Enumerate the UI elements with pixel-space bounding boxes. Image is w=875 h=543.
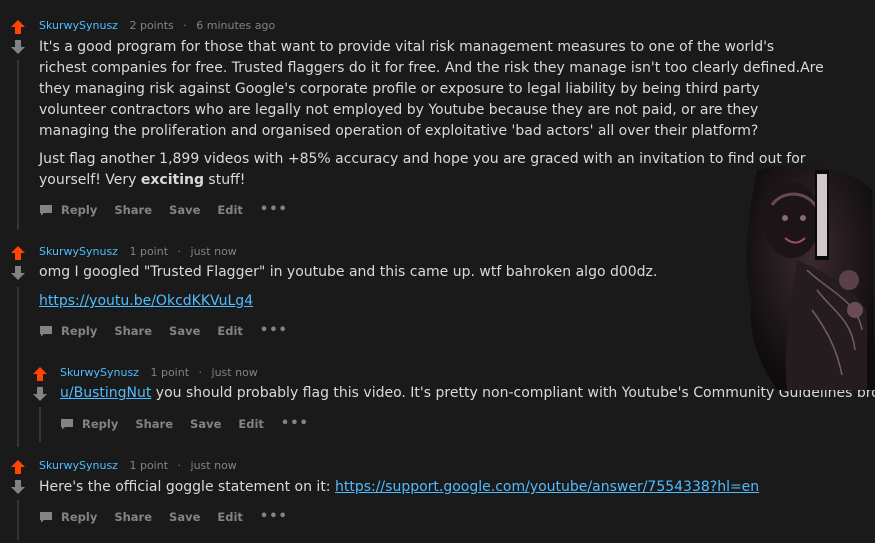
save-button[interactable]: Save <box>190 417 221 431</box>
timestamp[interactable]: just now <box>191 459 237 472</box>
separator: · <box>198 366 203 379</box>
save-button[interactable]: Save <box>169 203 200 217</box>
edit-button[interactable]: Edit <box>238 417 264 431</box>
share-button[interactable]: Share <box>114 510 152 524</box>
reply-button[interactable]: Reply <box>39 324 97 338</box>
author-link[interactable]: SkurwySynusz <box>39 459 118 472</box>
downvote-icon[interactable] <box>10 265 26 281</box>
comment-icon <box>40 325 52 336</box>
thread-line[interactable] <box>17 60 19 230</box>
author-link[interactable]: SkurwySynusz <box>60 366 139 379</box>
timestamp[interactable]: 6 minutes ago <box>196 19 275 32</box>
bold-text: exciting <box>140 172 204 188</box>
thread-line[interactable] <box>39 407 41 442</box>
downvote-icon[interactable] <box>10 479 26 495</box>
comment-meta: SkurwySynusz 2 points · 6 minutes ago <box>39 19 275 32</box>
more-options-button[interactable]: ••• <box>281 416 309 431</box>
vote-column <box>10 19 30 55</box>
upvote-icon[interactable] <box>10 19 26 35</box>
points: 1 point <box>129 245 169 258</box>
points: 1 point <box>129 459 169 472</box>
edit-button[interactable]: Edit <box>217 203 243 217</box>
reply-button[interactable]: Reply <box>39 510 97 524</box>
edit-button[interactable]: Edit <box>217 324 243 338</box>
timestamp[interactable]: just now <box>191 245 237 258</box>
reply-label: Reply <box>61 509 98 524</box>
comment-paragraph: https://youtu.be/OkcdKKVuLg4 <box>39 291 739 312</box>
comment-meta: SkurwySynusz 1 point · just now <box>39 459 237 472</box>
comment-body: u/BustingNut you should probably flag th… <box>60 383 875 411</box>
reply-button[interactable]: Reply <box>60 417 118 431</box>
paragraph-text: Here's the official goggle statement on … <box>39 479 335 495</box>
vote-column <box>32 366 52 402</box>
share-button[interactable]: Share <box>135 417 173 431</box>
vote-column <box>10 459 30 495</box>
points: 1 point <box>150 366 190 379</box>
comment-meta: SkurwySynusz 1 point · just now <box>39 245 237 258</box>
user-mention-link[interactable]: u/BustingNut <box>60 385 151 401</box>
reply-label: Reply <box>82 416 119 431</box>
save-button[interactable]: Save <box>169 510 200 524</box>
upvote-icon[interactable] <box>32 366 48 382</box>
comment-actions: Reply Share Save Edit ••• <box>39 202 305 217</box>
edit-button[interactable]: Edit <box>217 510 243 524</box>
support-link[interactable]: https://support.google.com/youtube/answe… <box>335 479 759 495</box>
upvote-icon[interactable] <box>10 245 26 261</box>
downvote-icon[interactable] <box>32 386 48 402</box>
comment-meta: SkurwySynusz 1 point · just now <box>60 366 258 379</box>
comment-paragraph: It's a good program for those that want … <box>39 39 824 139</box>
more-options-button[interactable]: ••• <box>260 202 288 217</box>
share-button[interactable]: Share <box>114 324 152 338</box>
separator: · <box>183 19 187 32</box>
author-link[interactable]: SkurwySynusz <box>39 19 118 32</box>
reply-label: Reply <box>61 323 98 338</box>
comment-paragraph: Just flag another 1,899 videos with +85%… <box>39 149 824 191</box>
decorative-figure-image <box>746 165 875 390</box>
reply-label: Reply <box>61 202 98 217</box>
separator: · <box>177 245 182 258</box>
comment-icon <box>40 511 52 522</box>
comment-body: Here's the official goggle statement on … <box>39 477 839 505</box>
downvote-icon[interactable] <box>10 39 26 55</box>
timestamp[interactable]: just now <box>212 366 258 379</box>
more-options-button[interactable]: ••• <box>260 509 288 524</box>
thread-line[interactable] <box>17 287 19 447</box>
comment-body: It's a good program for those that want … <box>39 37 824 198</box>
thread-line[interactable] <box>17 500 19 540</box>
comment-icon <box>61 418 73 429</box>
video-link[interactable]: https://youtu.be/OkcdKKVuLg4 <box>39 293 253 309</box>
comment-actions: Reply Share Save Edit ••• <box>39 323 305 338</box>
share-button[interactable]: Share <box>114 203 152 217</box>
save-button[interactable]: Save <box>169 324 200 338</box>
comment-paragraph: omg I googled "Trusted Flagger" in youtu… <box>39 264 658 280</box>
separator: · <box>177 459 182 472</box>
vote-column <box>10 245 30 281</box>
comment-paragraph: u/BustingNut you should probably flag th… <box>60 383 875 404</box>
comment-thread: SkurwySynusz 2 points · 6 minutes ago It… <box>0 0 875 543</box>
points: 2 points <box>129 19 174 32</box>
comment-icon <box>40 204 52 215</box>
comment-actions: Reply Share Save Edit ••• <box>60 416 326 431</box>
reply-button[interactable]: Reply <box>39 203 97 217</box>
more-options-button[interactable]: ••• <box>260 323 288 338</box>
comment-actions: Reply Share Save Edit ••• <box>39 509 305 524</box>
comment-paragraph: Here's the official goggle statement on … <box>39 477 839 498</box>
paragraph-text: stuff! <box>203 172 246 188</box>
author-link[interactable]: SkurwySynusz <box>39 245 118 258</box>
upvote-icon[interactable] <box>10 459 26 475</box>
comment-body: omg I googled "Trusted Flagger" in youtu… <box>39 262 739 319</box>
